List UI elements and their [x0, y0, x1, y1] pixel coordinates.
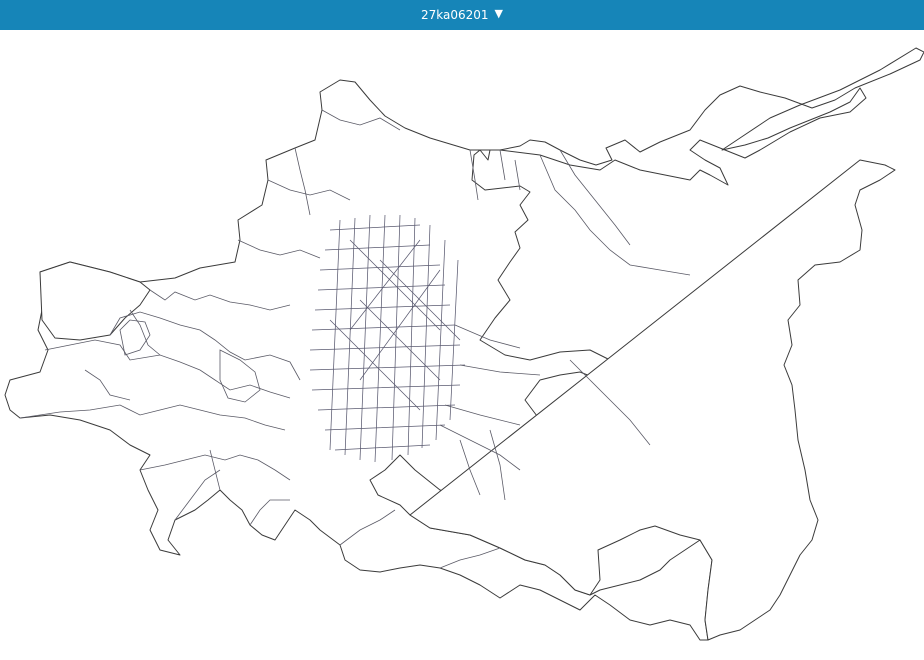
- map-selector-dropdown[interactable]: 27ka06201 ▼: [420, 7, 503, 22]
- caret-down-icon: ▼: [494, 7, 503, 20]
- header-bar: 27ka06201 ▼: [0, 0, 924, 30]
- district-map: [4, 47, 924, 641]
- map-title: 27ka06201: [420, 8, 489, 22]
- map-canvas[interactable]: [0, 30, 924, 660]
